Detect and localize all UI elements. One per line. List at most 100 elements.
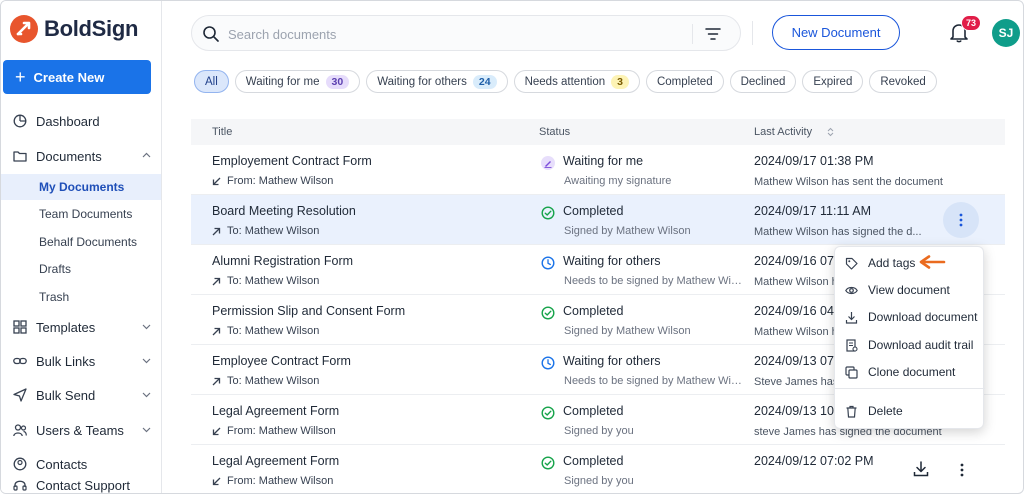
filter-chip-needs-attention[interactable]: Needs attention 3 <box>513 70 640 93</box>
column-header-title[interactable]: Title <box>212 126 232 138</box>
table-row[interactable]: Legal Agreement Form From: Mathew Wilson C… <box>191 445 1005 493</box>
status-detail: Signed by you <box>564 475 634 487</box>
clone-icon <box>845 365 858 379</box>
status-label: Completed <box>563 454 624 468</box>
column-header-last-activity[interactable]: Last Activity <box>754 126 812 138</box>
sidebar-sub-team-documents[interactable]: Team Documents <box>1 201 161 227</box>
last-activity-time: 2024/09/13 10 <box>754 404 834 418</box>
filter-icon[interactable] <box>704 25 722 43</box>
clock-icon <box>541 356 555 370</box>
sidebar-sub-drafts[interactable]: Drafts <box>1 256 161 282</box>
menu-item-clone-document[interactable]: Clone document <box>835 359 985 385</box>
column-header-status[interactable]: Status <box>539 126 570 138</box>
document-party: From: Mathew Wilson <box>212 175 333 187</box>
filter-chip-revoked[interactable]: Revoked <box>869 70 937 93</box>
status-filter-chips: All Waiting for me 30 Waiting for others 24 N… <box>194 70 937 93</box>
filter-chip-label: All <box>205 75 218 88</box>
last-activity-detail: Mathew Wilson has signed the d... <box>754 226 922 238</box>
filter-chip-waiting-for-me[interactable]: Waiting for me 30 <box>234 70 361 93</box>
search-icon <box>203 26 219 42</box>
sidebar-sub-trash[interactable]: Trash <box>1 284 161 310</box>
sidebar-item-label: Bulk Links <box>36 353 96 369</box>
download-icon <box>845 311 858 324</box>
sidebar-sub-my-documents[interactable]: My Documents <box>1 174 161 200</box>
sidebar-item-templates[interactable]: Templates <box>1 313 161 341</box>
document-title[interactable]: Alumni Registration Form <box>212 254 353 268</box>
check-circle-icon <box>541 206 555 220</box>
menu-item-view-document[interactable]: View document <box>835 277 985 303</box>
contacts-icon <box>13 457 27 471</box>
menu-item-download-document[interactable]: Download document <box>835 304 985 330</box>
folder-icon <box>13 151 27 162</box>
document-title[interactable]: Permission Slip and Consent Form <box>212 304 405 318</box>
filter-chip-completed[interactable]: Completed <box>645 70 724 93</box>
status-detail: Signed by you <box>564 425 634 437</box>
table-row[interactable]: Board Meeting Resolution To: Mathew Wilso… <box>191 195 1005 245</box>
document-title[interactable]: Employee Contract Form <box>212 354 351 368</box>
menu-item-label: Clone document <box>868 365 956 379</box>
last-activity-time: 2024/09/17 11:11 AM <box>754 204 871 218</box>
download-icon[interactable] <box>912 460 930 478</box>
document-title[interactable]: Legal Agreement Form <box>212 454 339 468</box>
status-label: Completed <box>563 404 624 418</box>
arrow-up-right-icon <box>212 277 221 285</box>
audit-trail-icon <box>846 338 858 352</box>
last-activity-time: 2024/09/16 07 <box>754 254 834 268</box>
filter-chip-all[interactable]: All <box>194 70 229 93</box>
document-party: To: Mathew Wilson <box>212 275 319 287</box>
filter-chip-count: 30 <box>325 74 350 89</box>
document-party: To: Mathew Wilson <box>212 325 319 337</box>
menu-item-delete[interactable]: Delete <box>835 398 985 424</box>
document-party: To: Mathew Wilson <box>212 375 319 387</box>
sidebar-item-label: Templates <box>36 319 96 335</box>
document-party: From: Mathew Willson <box>212 425 336 437</box>
create-new-button[interactable]: + Create New <box>3 60 151 94</box>
sidebar-item-bulk-send[interactable]: Bulk Send <box>1 381 161 409</box>
document-title[interactable]: Board Meeting Resolution <box>212 204 356 218</box>
plus-icon: + <box>15 67 26 87</box>
document-title[interactable]: Legal Agreement Form <box>212 404 339 418</box>
header-divider <box>752 21 753 45</box>
status-detail: Signed by Mathew Wilson <box>564 325 691 337</box>
document-party: From: Mathew Wilson <box>212 475 333 487</box>
filter-chip-label: Revoked <box>880 75 926 88</box>
filter-chip-declined[interactable]: Declined <box>729 70 797 93</box>
arrow-up-right-icon <box>212 377 221 385</box>
templates-icon <box>13 320 27 334</box>
avatar[interactable]: SJ <box>992 19 1020 47</box>
table-row[interactable]: Employement Contract Form From: Mathew Wi… <box>191 145 1005 195</box>
sidebar-item-documents[interactable]: Documents <box>1 142 161 170</box>
filter-chip-expired[interactable]: Expired <box>802 70 864 93</box>
filter-chip-waiting-for-others[interactable]: Waiting for others 24 <box>366 70 508 93</box>
filter-chip-label: Needs attention <box>524 75 606 88</box>
app-name: BoldSign <box>44 16 139 41</box>
sidebar-sub-behalf-documents[interactable]: Behalf Documents <box>1 229 161 255</box>
search-divider <box>692 24 693 44</box>
search-input[interactable] <box>228 24 668 44</box>
trash-icon <box>846 405 857 418</box>
more-actions-button[interactable] <box>957 460 967 480</box>
menu-item-download-audit-trail[interactable]: Download audit trail <box>835 332 985 358</box>
document-title[interactable]: Employement Contract Form <box>212 154 372 168</box>
sidebar-item-contact-support[interactable]: Contact Support <box>1 471 161 493</box>
support-icon <box>13 480 27 491</box>
status-label: Waiting for others <box>563 354 661 368</box>
last-activity-time: 2024/09/12 07:02 PM <box>754 454 874 468</box>
sidebar: BoldSign + Create New Dashboard Document… <box>1 1 162 493</box>
arrow-up-right-icon <box>212 327 221 335</box>
arrow-down-left-icon <box>212 427 221 435</box>
status-label: Waiting for others <box>563 254 661 268</box>
sort-icon[interactable] <box>826 127 835 137</box>
app-logo[interactable]: BoldSign <box>10 15 138 43</box>
eye-icon <box>845 286 858 294</box>
sidebar-item-bulk-links[interactable]: Bulk Links <box>1 347 161 375</box>
notification-badge: 73 <box>961 15 982 31</box>
more-actions-button[interactable] <box>943 202 979 238</box>
status-label: Completed <box>563 304 624 318</box>
sidebar-item-dashboard[interactable]: Dashboard <box>1 107 161 135</box>
chevron-down-icon <box>142 392 151 398</box>
new-document-button[interactable]: New Document <box>772 15 900 50</box>
sidebar-item-users-teams[interactable]: Users & Teams <box>1 416 161 444</box>
menu-divider <box>835 388 985 389</box>
menu-item-add-tags[interactable]: Add tags <box>835 250 985 276</box>
